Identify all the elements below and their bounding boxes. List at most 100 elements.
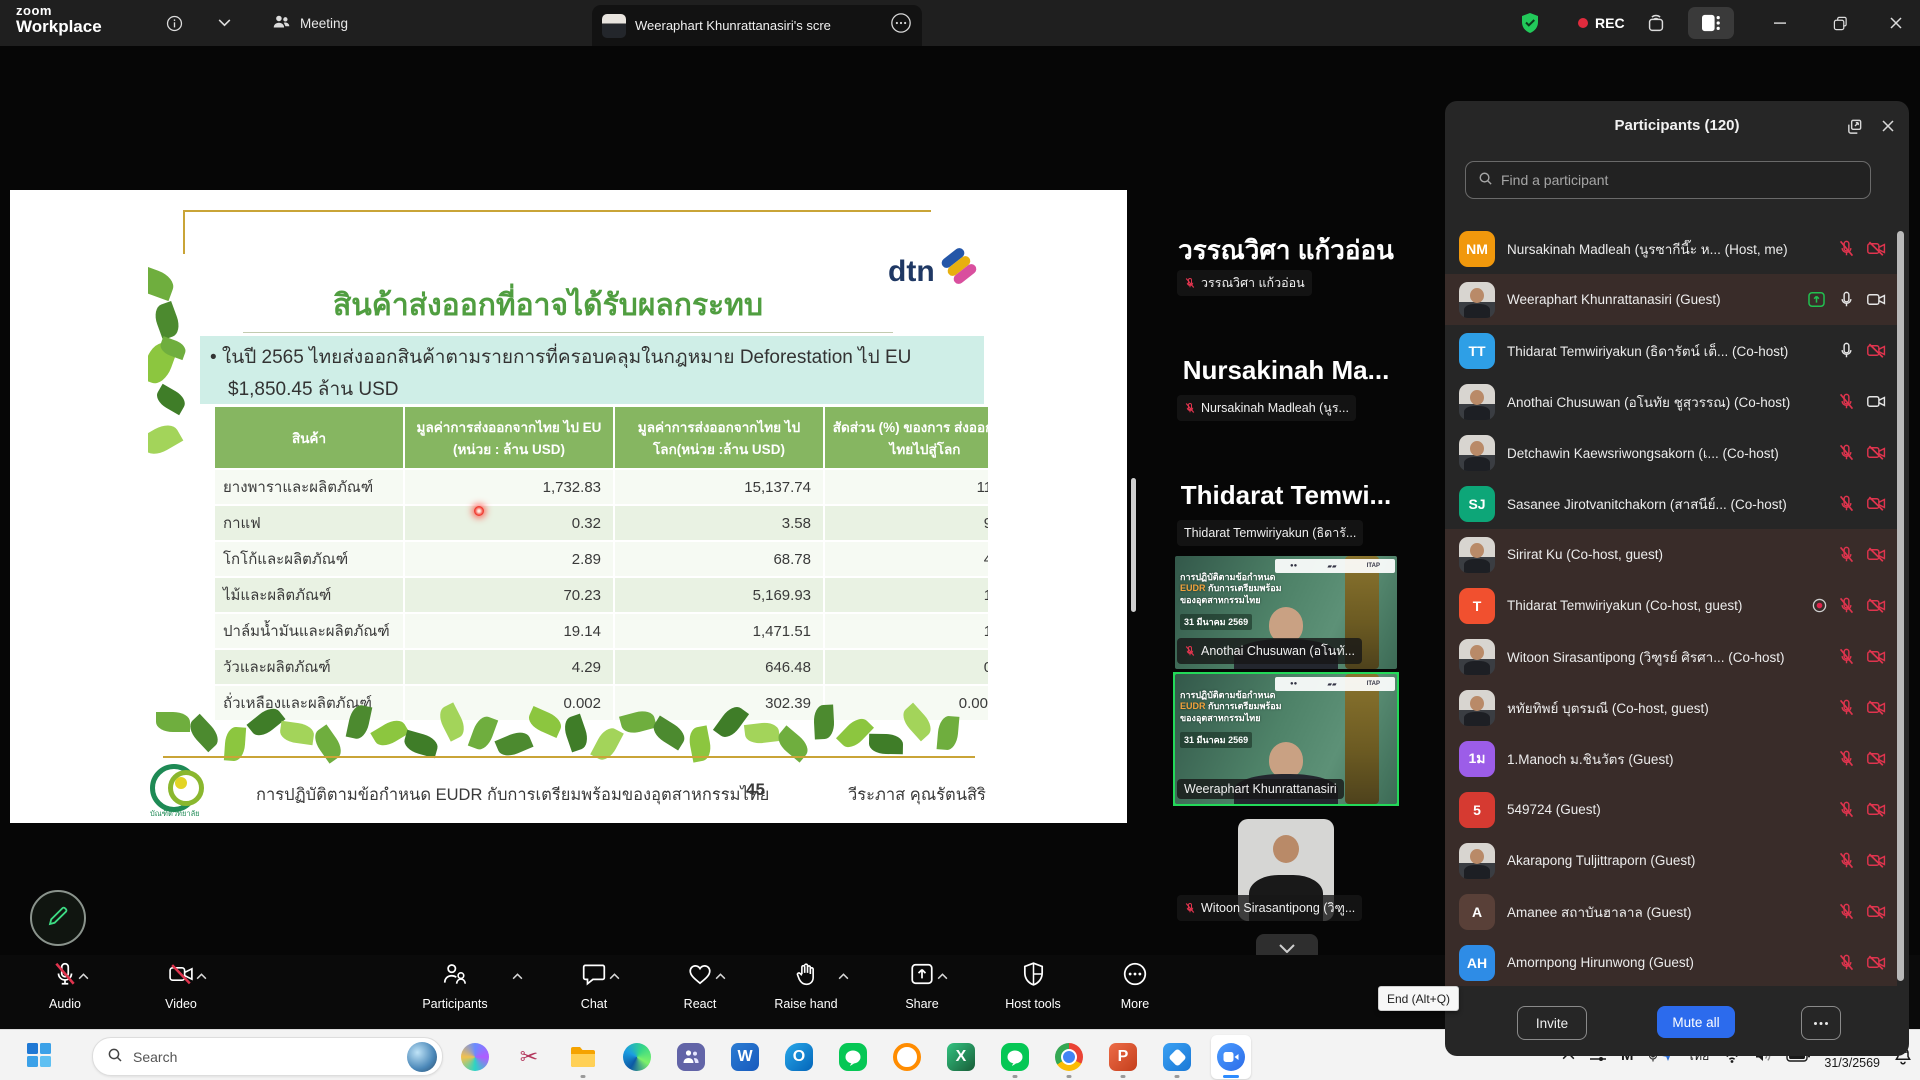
audio-button[interactable]: Audio (10, 961, 120, 1011)
presentation-slide: สินค้าส่งออกที่อาจได้รับผลกระทบ dtn • ใน… (148, 190, 988, 823)
participant-name: Thidarat Temwiriyakun (ธิดารัตน์ เต็... … (1507, 340, 1825, 362)
taskbar-app-line-2[interactable] (995, 1035, 1035, 1079)
mic-muted-icon (1184, 645, 1196, 657)
participant-row[interactable]: T Thidarat Temwiriyakun (Co-host, guest) (1445, 580, 1897, 631)
close-button[interactable] (1882, 9, 1910, 37)
people-icon (272, 14, 291, 32)
avatar-photo (1459, 537, 1495, 573)
minimize-button[interactable] (1766, 9, 1794, 37)
participant-big-name: Nursakinah Ma... (1175, 355, 1397, 386)
participant-row[interactable]: SJSasanee Jirotvanitchakorn (สาสนีย์... … (1445, 478, 1897, 529)
pencil-icon (46, 904, 70, 933)
participant-row[interactable]: 5549724 (Guest) (1445, 784, 1897, 835)
annotate-button[interactable] (30, 890, 86, 946)
chat-button[interactable]: Chat (539, 961, 649, 1011)
participant-status-icons (1837, 392, 1887, 411)
table-cell: ไม้และผลิตภัณฑ์ (214, 577, 404, 613)
tab-shared-screen[interactable]: Weeraphart Khunrattanasiri's scre (592, 5, 922, 46)
participant-row[interactable]: AAmanee สถาบันฮาลาล (Guest) (1445, 886, 1897, 937)
invite-button[interactable]: Invite (1517, 1006, 1587, 1040)
host-tools-button[interactable]: Host tools (978, 961, 1088, 1011)
tab-more-icon[interactable] (890, 12, 912, 39)
share-button[interactable]: Share (867, 961, 977, 1011)
maximize-button[interactable] (1826, 9, 1854, 37)
participant-row[interactable]: TTThidarat Temwiriyakun (ธิดารัตน์ เต็..… (1445, 325, 1897, 376)
table-cell: 0.66 (824, 649, 988, 685)
video-tile[interactable]: ●●▰▰ITAP การปฏิบัติตามข้อกำหนดEUDR กับกา… (1175, 674, 1397, 804)
video-tile[interactable]: Nursakinah Ma...Nursakinah Madleah (นูร.… (1175, 331, 1397, 449)
tab-meeting[interactable]: Meeting (272, 0, 348, 46)
raise-hand-options-chevron[interactable] (838, 967, 849, 985)
tab-shared-screen-label: Weeraphart Khunrattanasiri's scre (635, 18, 881, 33)
participant-row[interactable]: Anothai Chusuwan (อโนทัย ชูสุวรรณ) (Co-h… (1445, 376, 1897, 427)
audio-options-chevron[interactable] (78, 967, 89, 985)
taskbar-app-teams[interactable] (671, 1035, 711, 1079)
info-icon[interactable] (160, 9, 188, 37)
leaf-decoration (148, 420, 183, 459)
more-button[interactable]: More (1080, 961, 1190, 1011)
cast-icon[interactable] (1642, 9, 1670, 37)
taskbar-app-photos[interactable] (1157, 1035, 1197, 1079)
taskbar-app-snipping-tool[interactable]: ✂ (509, 1035, 549, 1079)
participant-name: Thidarat Temwiriyakun (Co-host, guest) (1507, 598, 1800, 613)
taskbar-app-security[interactable] (887, 1035, 927, 1079)
taskbar-app-edge[interactable] (617, 1035, 657, 1079)
taskbar-app-word[interactable]: W (725, 1035, 765, 1079)
table-row: ปาล์มน้ำมันและผลิตภัณฑ์19.141,471.511.30 (214, 613, 988, 649)
sponsor-logos: ●●▰▰ITAP (1275, 559, 1395, 573)
participants-button[interactable]: Participants (400, 961, 510, 1011)
taskbar-app-file-explorer[interactable] (563, 1035, 603, 1079)
participant-row[interactable]: AHAmornpong Hirunwong (Guest) (1445, 937, 1897, 986)
share-options-chevron[interactable] (937, 967, 948, 985)
table-cell: กาแฟ (214, 505, 404, 541)
video-tile[interactable]: วรรณวิศา แก้วอ่อนวรรณวิศา แก้วอ่อน (1175, 206, 1397, 324)
participant-row[interactable]: Akarapong Tuljittraporn (Guest) (1445, 835, 1897, 886)
participant-row[interactable]: 1ม1.Manoch ม.ชินวัตร (Guest) (1445, 733, 1897, 784)
participant-name: Witoon Sirasantipong (วิฑูรย์ ศิรศา... (… (1507, 646, 1825, 668)
heart-icon (687, 961, 713, 992)
popout-icon[interactable] (1841, 113, 1867, 139)
react-button[interactable]: React (645, 961, 755, 1011)
chat-options-chevron[interactable] (609, 967, 620, 985)
mic-muted-icon (1837, 545, 1856, 564)
video-tile[interactable]: Thidarat Temwi...Thidarat Temwiriyakun (… (1175, 456, 1397, 551)
slide-page-number: 45 (746, 780, 765, 800)
table-cell: 3.58 (614, 505, 824, 541)
react-options-chevron[interactable] (715, 967, 726, 985)
participants-options-chevron[interactable] (512, 967, 523, 985)
video-tile[interactable]: Witoon Sirasantipong (วิฑู... (1175, 809, 1397, 926)
participant-row[interactable]: Sirirat Ku (Co-host, guest) (1445, 529, 1897, 580)
participants-scrollbar[interactable] (1897, 231, 1904, 981)
slide-title-underline (243, 332, 893, 333)
start-button[interactable] (26, 1042, 52, 1068)
taskbar-app-line[interactable] (833, 1035, 873, 1079)
shared-screen-scrollbar[interactable] (1131, 478, 1136, 612)
chevron-down-icon[interactable] (210, 9, 238, 37)
taskbar-app-zoom[interactable] (1211, 1035, 1251, 1079)
search-participant-input[interactable]: Find a participant (1465, 161, 1871, 199)
close-panel-icon[interactable] (1875, 113, 1901, 139)
taskbar-app-chrome[interactable] (1049, 1035, 1089, 1079)
video-options-chevron[interactable] (196, 967, 207, 985)
participant-row[interactable]: หทัยทิพย์ บุตรมณี (Co-host, guest) (1445, 682, 1897, 733)
avatar-initials: T (1459, 588, 1495, 624)
taskbar-app-powerpoint[interactable]: P (1103, 1035, 1143, 1079)
zoom-app-icon (1217, 1043, 1245, 1071)
taskbar-search-input[interactable]: Search (92, 1037, 443, 1076)
participant-row[interactable]: Weeraphart Khunrattanasiri (Guest) (1445, 274, 1897, 325)
taskbar-app-excel[interactable]: X (941, 1035, 981, 1079)
participant-row[interactable]: NMNursakinah Madleah (นูรซากีนี๊ะ ห... (… (1445, 223, 1897, 274)
view-layout-button[interactable] (1688, 7, 1734, 39)
meeting-main-area: สินค้าส่งออกที่อาจได้รับผลกระทบ dtn • ใน… (0, 46, 1920, 955)
participant-status-icons (1837, 902, 1887, 921)
mute-all-button[interactable]: Mute all (1657, 1006, 1735, 1038)
panel-more-button[interactable] (1801, 1006, 1841, 1040)
name-chip: Weeraphart Khunrattanasiri (1177, 779, 1344, 799)
security-shield-icon[interactable] (1516, 9, 1544, 37)
participant-row[interactable]: Witoon Sirasantipong (วิฑูรย์ ศิรศา... (… (1445, 631, 1897, 682)
participant-row[interactable]: Detchawin Kaewsriwongsakorn (เ... (Co-ho… (1445, 427, 1897, 478)
video-tile[interactable]: ●●▰▰ITAP การปฏิบัติตามข้อกำหนดEUDR กับกา… (1175, 556, 1397, 669)
taskbar-app-outlook[interactable]: O (779, 1035, 819, 1079)
video-button[interactable]: Video (126, 961, 236, 1011)
taskbar-app-copilot[interactable] (455, 1035, 495, 1079)
